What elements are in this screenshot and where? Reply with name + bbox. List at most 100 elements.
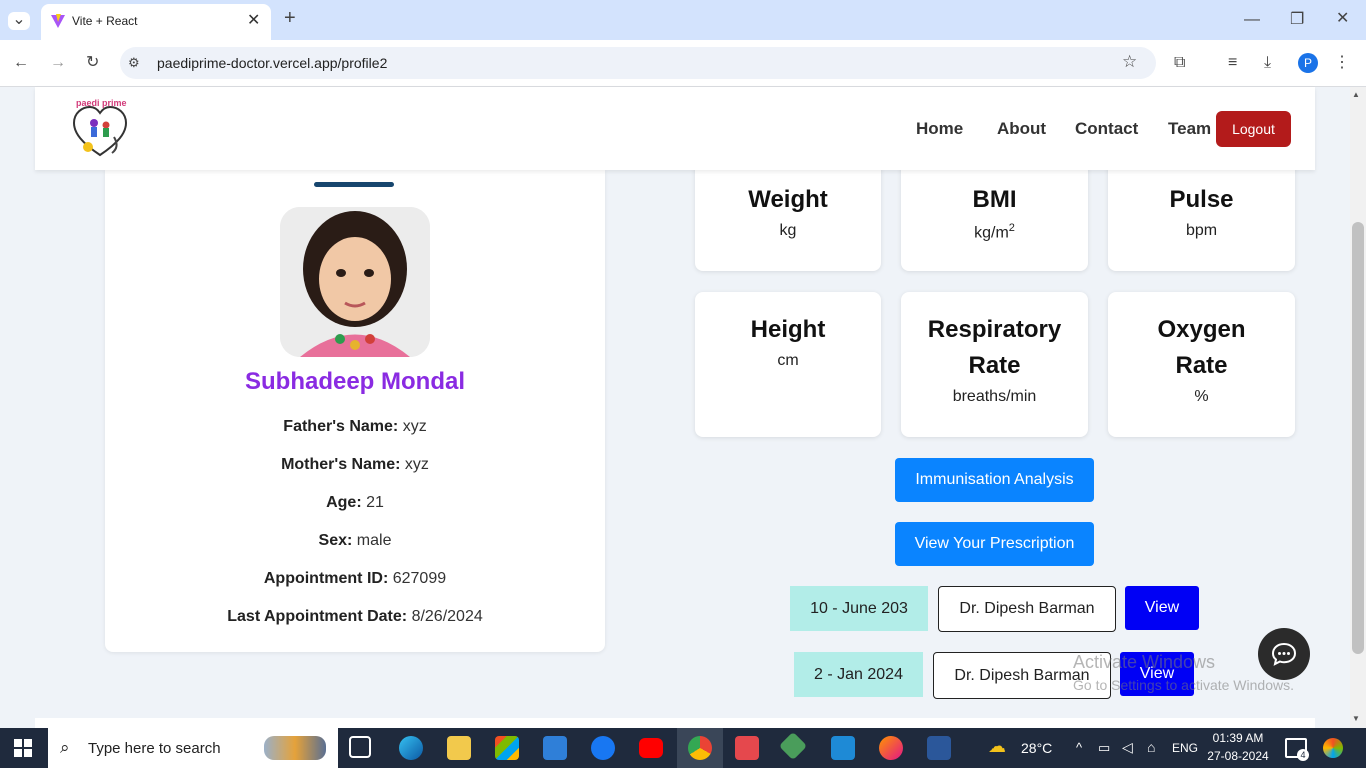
appointment-date: 10 - June 203 <box>790 586 928 631</box>
vital-title: Weight <box>748 186 828 213</box>
search-placeholder: Type here to search <box>88 740 221 757</box>
oxygen-rate-card: Oxygen Rate % <box>1108 292 1295 437</box>
reload-icon[interactable]: ↻ <box>86 55 99 71</box>
scroll-up-icon[interactable]: ▲ <box>1352 90 1360 99</box>
restore-icon[interactable]: ❐ <box>1290 12 1304 28</box>
weather-temp[interactable]: 28°C <box>1021 740 1052 756</box>
pulse-card: Pulse bpm <box>1108 160 1295 271</box>
browser-tab[interactable]: Vite + React ✕ <box>41 4 271 40</box>
file-explorer-icon[interactable] <box>447 736 471 760</box>
appointment-date: 2 - Jan 2024 <box>794 652 923 697</box>
patient-name: Subhadeep Mondal <box>244 368 465 395</box>
download-icon[interactable]: ⤓ <box>1264 55 1271 71</box>
window-close-icon[interactable]: ✕ <box>1336 11 1349 27</box>
taskbar-search-box[interactable]: ⌕ Type here to search <box>48 728 338 768</box>
last-appointment-row: Last Appointment Date: 8/26/2024 <box>105 608 605 626</box>
title-underline <box>314 182 394 187</box>
vital-title: Oxygen Rate <box>1157 316 1246 379</box>
activate-windows-subtitle: Go to Settings to activate Windows. <box>1073 677 1294 693</box>
vital-unit: bpm <box>1185 222 1218 239</box>
clock-date[interactable]: 27-08-2024 <box>1203 749 1273 763</box>
new-tab-icon[interactable]: + <box>284 8 296 28</box>
nav-about[interactable]: About <box>997 119 1046 139</box>
browser-menu-icon[interactable]: ⋮ <box>1334 55 1350 71</box>
field-label: Age: <box>326 494 362 511</box>
view-appointment-button[interactable]: View <box>1125 586 1199 630</box>
extensions-icon[interactable]: ⧉ <box>1174 55 1185 71</box>
vscode-icon[interactable] <box>831 736 855 760</box>
appointment-id-row: Appointment ID: 627099 <box>105 570 605 588</box>
tab-search-icon[interactable]: ⌄ <box>8 12 30 30</box>
vital-unit-sup: 2 <box>1008 222 1015 234</box>
profile-avatar[interactable]: P <box>1298 53 1318 73</box>
vital-unit: kg/m <box>974 224 1009 242</box>
vital-unit: breaths/min <box>952 388 1037 405</box>
mail-icon[interactable] <box>543 736 567 760</box>
facebook-icon[interactable] <box>591 736 615 760</box>
chrome-taskbar-active[interactable] <box>677 728 723 768</box>
word-icon[interactable] <box>927 736 951 760</box>
scrollbar-thumb[interactable] <box>1352 222 1364 654</box>
tab-close-icon[interactable]: ✕ <box>247 10 260 30</box>
clock-time[interactable]: 01:39 AM <box>1203 731 1273 745</box>
svg-text:paedi prime: paedi prime <box>76 98 127 108</box>
nav-home[interactable]: Home <box>916 119 963 139</box>
back-icon[interactable]: ← <box>13 55 29 71</box>
task-view-icon[interactable] <box>349 736 371 758</box>
mother-name-row: Mother's Name: xyz <box>105 456 605 474</box>
field-label: Appointment ID: <box>263 570 389 587</box>
volume-icon[interactable]: ◁ <box>1122 739 1133 756</box>
footer-edge <box>35 718 1315 728</box>
forward-icon[interactable]: → <box>50 55 66 71</box>
youtube-icon[interactable] <box>639 738 663 758</box>
field-value: 8/26/2024 <box>411 608 483 625</box>
site-info-icon[interactable]: ⚙ <box>128 55 140 71</box>
store-icon[interactable] <box>495 736 519 760</box>
vite-icon <box>51 14 65 28</box>
weight-card: Weight kg <box>695 160 881 271</box>
vital-unit: % <box>1194 388 1209 405</box>
field-label: Last Appointment Date: <box>227 608 408 625</box>
search-highlight-icon <box>264 736 326 760</box>
vital-unit: cm <box>777 352 799 369</box>
scroll-down-icon[interactable]: ▼ <box>1352 714 1360 723</box>
minimize-icon[interactable]: — <box>1244 12 1260 28</box>
windows-start-icon[interactable] <box>14 739 32 757</box>
omnibox[interactable]: ⚙ paediprime-doctor.vercel.app/profile2 … <box>120 47 1156 79</box>
chrome-icon <box>688 736 712 760</box>
language-indicator[interactable]: ENG <box>1172 741 1198 755</box>
tab-title: Vite + React <box>72 14 138 28</box>
url-text[interactable]: paediprime-doctor.vercel.app/profile2 <box>157 55 387 71</box>
firefox-icon[interactable] <box>879 736 903 760</box>
network-icon[interactable]: ⌂ <box>1147 739 1155 755</box>
anydesk-icon[interactable] <box>735 736 759 760</box>
appointment-doctor: Dr. Dipesh Barman <box>938 586 1116 632</box>
paediprime-logo[interactable]: paedi prime <box>70 97 130 161</box>
field-value: 21 <box>366 494 384 511</box>
weather-icon[interactable]: ☁ <box>988 736 1006 757</box>
age-row: Age: 21 <box>105 494 605 512</box>
immunisation-analysis-button[interactable]: Immunisation Analysis <box>895 458 1094 502</box>
copilot-icon[interactable] <box>1323 738 1343 758</box>
bmi-card: BMI kg/m2 <box>901 160 1088 271</box>
vital-title: BMI <box>972 186 1017 213</box>
field-value: xyz <box>404 456 429 473</box>
nav-team[interactable]: Team <box>1168 119 1211 139</box>
chat-icon <box>1271 642 1297 666</box>
media-controls-icon[interactable]: ≡ <box>1228 55 1237 71</box>
search-icon: ⌕ <box>60 738 70 757</box>
battery-icon[interactable]: ▭ <box>1098 740 1110 756</box>
logout-button[interactable]: Logout <box>1216 111 1291 147</box>
notification-count-badge: 4 <box>1297 749 1309 761</box>
nav-contact[interactable]: Contact <box>1075 119 1138 139</box>
edge-icon[interactable] <box>399 736 423 760</box>
chat-button[interactable] <box>1258 628 1310 680</box>
activate-windows-title: Activate Windows <box>1073 652 1216 672</box>
field-value: male <box>356 532 392 549</box>
vital-unit: kg <box>779 222 797 239</box>
field-label: Sex: <box>318 532 353 549</box>
tray-chevron-icon[interactable]: ^ <box>1076 740 1082 755</box>
field-value: 627099 <box>392 570 447 587</box>
bookmark-star-icon[interactable]: ☆ <box>1122 53 1137 70</box>
view-prescription-button[interactable]: View Your Prescription <box>895 522 1094 566</box>
